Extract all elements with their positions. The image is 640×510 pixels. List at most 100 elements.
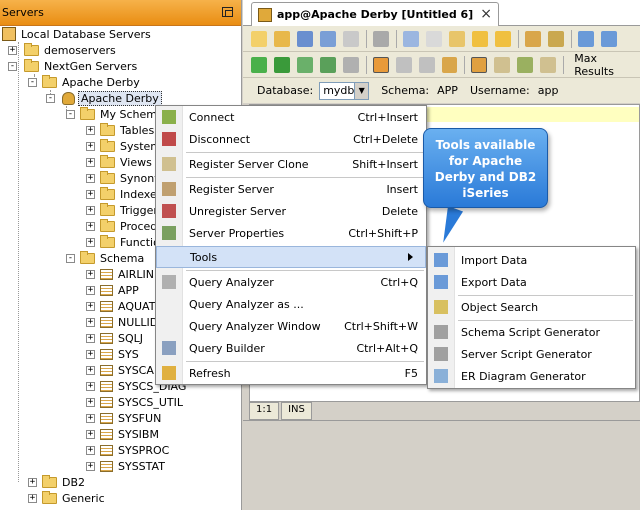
tree-node-schema-item[interactable]: SYSCA xyxy=(100,362,156,378)
auto-commit-icon[interactable] xyxy=(372,56,389,73)
tree-node-schema-item[interactable]: SYSSTAT xyxy=(100,458,167,474)
close-file-icon[interactable] xyxy=(343,30,359,47)
expand-icon[interactable]: + xyxy=(28,478,37,487)
tree-node-schema-item[interactable]: SYSPROC xyxy=(100,442,171,458)
save-icon[interactable] xyxy=(297,30,313,47)
tree-node-schema-item[interactable]: AQUAT xyxy=(100,298,157,314)
tree-node-schema-item[interactable]: APP xyxy=(100,282,141,298)
expand-icon[interactable]: + xyxy=(86,190,95,199)
toggle-bookmark-icon[interactable] xyxy=(548,30,564,47)
submenu-item-schema-script-generator[interactable]: Schema Script Generator xyxy=(428,321,635,343)
close-tab-icon[interactable]: × xyxy=(480,6,492,22)
tree-node-schema-item[interactable]: AIRLIN xyxy=(100,266,156,282)
expand-icon[interactable]: + xyxy=(86,334,95,343)
tree-node-apache-derby-group[interactable]: Apache Derby xyxy=(42,74,142,90)
tree-node-schema-item[interactable]: SYSIBM xyxy=(100,426,161,442)
tree-node-tables[interactable]: Tables xyxy=(100,122,156,138)
tree-node-apache-derby-server[interactable]: Apache Derby xyxy=(62,90,162,106)
results-file-icon[interactable] xyxy=(517,56,534,73)
stop-icon[interactable] xyxy=(342,56,359,73)
database-dropdown[interactable]: mydb ▼ xyxy=(319,81,370,100)
undo-icon[interactable] xyxy=(472,30,488,47)
tree-node-system[interactable]: System xyxy=(100,138,163,154)
tree-node-schema-item[interactable]: NULLID xyxy=(100,314,160,330)
cut-icon[interactable] xyxy=(403,30,419,47)
expand-icon[interactable]: + xyxy=(86,142,95,151)
menu-item-disconnect[interactable]: Disconnect Ctrl+Delete xyxy=(156,128,426,150)
menu-item-server-properties[interactable]: Server Properties Ctrl+Shift+P xyxy=(156,222,426,244)
expand-icon[interactable]: + xyxy=(28,494,37,503)
tree-node-local-servers[interactable]: Local Database Servers xyxy=(2,26,153,42)
tree-node-db2[interactable]: DB2 xyxy=(42,474,87,490)
menu-item-refresh[interactable]: Refresh F5 xyxy=(156,362,426,384)
tree-node-my-schema[interactable]: My Schema xyxy=(80,106,166,122)
expand-icon[interactable]: + xyxy=(86,398,95,407)
menu-item-connect[interactable]: Connect Ctrl+Insert xyxy=(156,106,426,128)
expand-icon[interactable]: + xyxy=(86,462,95,471)
save-all-icon[interactable] xyxy=(320,30,336,47)
print-icon[interactable] xyxy=(373,30,389,47)
menu-item-query-analyzer[interactable]: Query Analyzer Ctrl+Q xyxy=(156,271,426,293)
menu-item-register-server-clone[interactable]: Register Server Clone Shift+Insert xyxy=(156,153,426,175)
bookmark-icon[interactable] xyxy=(525,30,541,47)
menu-item-query-analyzer-as[interactable]: Query Analyzer as ... xyxy=(156,293,426,315)
collapse-icon[interactable]: - xyxy=(28,78,37,87)
collapse-icon[interactable]: - xyxy=(66,254,75,263)
tree-node-indexes[interactable]: Indexe xyxy=(100,186,159,202)
expand-icon[interactable]: + xyxy=(86,206,95,215)
tree-node-functions[interactable]: Functio xyxy=(100,234,162,250)
expand-icon[interactable]: + xyxy=(86,430,95,439)
rollback-icon[interactable] xyxy=(418,56,435,73)
menu-item-unregister-server[interactable]: Unregister Server Delete xyxy=(156,200,426,222)
submenu-item-import-data[interactable]: Import Data xyxy=(428,249,635,271)
new-file-icon[interactable] xyxy=(251,30,267,47)
results-options-icon[interactable] xyxy=(540,56,557,73)
tree-node-nextgen-servers[interactable]: NextGen Servers xyxy=(24,58,139,74)
tree-node-generic[interactable]: Generic xyxy=(42,490,107,506)
tree-node-triggers[interactable]: Trigger xyxy=(100,202,160,218)
chevron-down-icon[interactable]: ▼ xyxy=(354,82,369,99)
submenu-item-export-data[interactable]: Export Data xyxy=(428,271,635,293)
tree-node-schema-item[interactable]: SYS xyxy=(100,346,141,362)
menu-item-query-analyzer-window[interactable]: Query Analyzer Window Ctrl+Shift+W xyxy=(156,315,426,337)
results-grid-icon[interactable] xyxy=(471,56,488,73)
expand-icon[interactable]: + xyxy=(86,446,95,455)
expand-icon[interactable]: + xyxy=(86,302,95,311)
tree-node-procedures[interactable]: Proced xyxy=(100,218,159,234)
explain-plan-icon[interactable] xyxy=(441,56,458,73)
tree-node-views[interactable]: Views xyxy=(100,154,154,170)
expand-icon[interactable]: + xyxy=(86,366,95,375)
collapse-icon[interactable]: - xyxy=(8,62,17,71)
editor-tab[interactable]: app@Apache Derby [Untitled 6] × xyxy=(251,2,499,26)
menu-item-query-builder[interactable]: Query Builder Ctrl+Alt+Q xyxy=(156,337,426,359)
collapse-icon[interactable]: - xyxy=(66,110,75,119)
menu-item-register-server[interactable]: Register Server Insert xyxy=(156,178,426,200)
expand-icon[interactable]: + xyxy=(86,318,95,327)
tree-node-schema-item[interactable]: SYSCS_UTIL xyxy=(100,394,185,410)
tree-node-schema-item[interactable]: SQLJ xyxy=(100,330,145,346)
find-icon[interactable] xyxy=(578,30,594,47)
execute-all-icon[interactable] xyxy=(251,56,267,73)
submenu-item-er-diagram-generator[interactable]: ER Diagram Generator xyxy=(428,365,635,387)
expand-icon[interactable]: + xyxy=(86,174,95,183)
expand-icon[interactable]: + xyxy=(86,414,95,423)
submenu-item-object-search[interactable]: Object Search xyxy=(428,296,635,318)
submenu-item-server-script-generator[interactable]: Server Script Generator xyxy=(428,343,635,365)
menu-item-tools[interactable]: Tools xyxy=(156,246,426,268)
tree-node-demoservers[interactable]: demoservers xyxy=(24,42,118,58)
expand-icon[interactable]: + xyxy=(86,350,95,359)
tree-node-schema-item[interactable]: SYSFUN xyxy=(100,410,163,426)
expand-icon[interactable]: + xyxy=(86,222,95,231)
expand-icon[interactable]: + xyxy=(86,238,95,247)
execute-selection-icon[interactable] xyxy=(319,56,336,73)
expand-icon[interactable]: + xyxy=(86,270,95,279)
open-folder-icon[interactable] xyxy=(274,30,290,47)
execute-icon[interactable] xyxy=(273,56,290,73)
replace-icon[interactable] xyxy=(601,30,617,47)
expand-icon[interactable]: + xyxy=(86,158,95,167)
expand-icon[interactable]: + xyxy=(86,126,95,135)
collapse-icon[interactable]: - xyxy=(46,94,55,103)
tree-node-synonyms[interactable]: Synony xyxy=(100,170,163,186)
redo-icon[interactable] xyxy=(495,30,511,47)
max-results-label[interactable]: Max Results xyxy=(574,52,640,78)
